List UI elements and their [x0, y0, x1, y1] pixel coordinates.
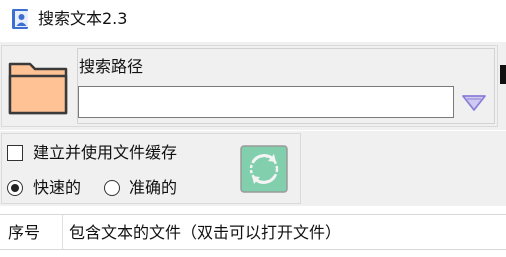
- radio-accurate-label[interactable]: 准确的: [129, 177, 177, 199]
- window-title: 搜索文本2.3: [38, 9, 128, 28]
- radio-fast-label[interactable]: 快速的: [33, 177, 81, 199]
- cache-checkbox-label[interactable]: 建立并使用文件缓存: [33, 142, 177, 164]
- column-header-index[interactable]: 序号: [8, 224, 40, 242]
- clipped-edge-button[interactable]: ▌: [500, 64, 506, 108]
- person-document-icon: [12, 9, 28, 29]
- title-bar: 搜索文本2.3: [0, 0, 506, 40]
- radio-fast[interactable]: [7, 180, 23, 196]
- radio-accurate[interactable]: [104, 180, 120, 196]
- results-list[interactable]: [0, 250, 506, 257]
- dropdown-triangle-icon[interactable]: [461, 94, 487, 112]
- results-table-header: 序号 包含文本的文件（双击可以打开文件）: [0, 214, 506, 250]
- search-path-label: 搜索路径: [79, 57, 144, 76]
- refresh-icon[interactable]: [240, 145, 288, 193]
- cache-checkbox[interactable]: [7, 145, 23, 161]
- folder-icon[interactable]: [6, 54, 72, 118]
- column-divider[interactable]: [62, 215, 63, 249]
- column-header-file[interactable]: 包含文本的文件（双击可以打开文件）: [69, 224, 341, 242]
- search-path-input[interactable]: [78, 86, 454, 118]
